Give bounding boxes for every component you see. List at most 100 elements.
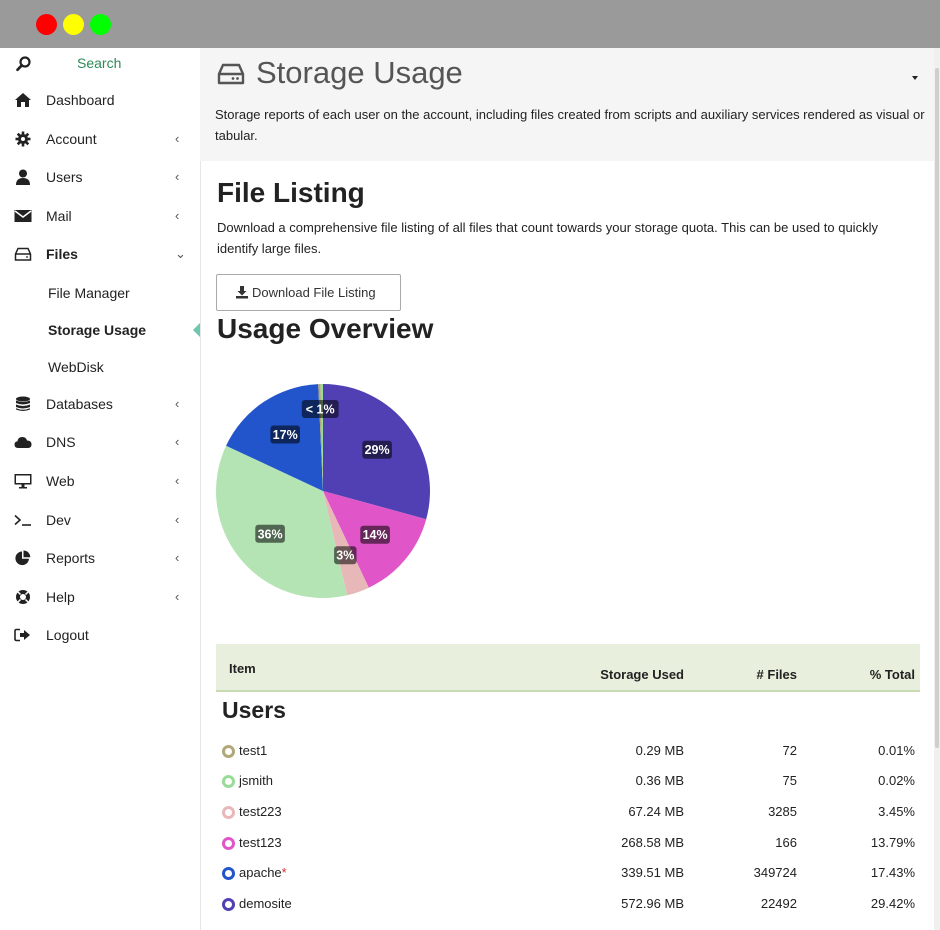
chevron-left-icon: ‹ — [175, 169, 180, 184]
monitor-icon — [14, 474, 32, 489]
scrollbar-thumb[interactable] — [935, 68, 939, 748]
series-color-ring — [222, 745, 235, 758]
sidebar-item-label: Account — [46, 131, 97, 147]
page-title: Storage Usage — [256, 55, 463, 90]
download-icon — [236, 286, 248, 299]
page-description: Storage reports of each user on the acco… — [215, 107, 925, 143]
active-indicator — [193, 323, 200, 337]
row-file-count: 3285 — [768, 804, 797, 819]
sidebar-item-label: Users — [46, 169, 83, 185]
window-titlebar — [0, 0, 940, 48]
row-percent-total: 29.42% — [870, 896, 915, 911]
hdd-icon — [14, 247, 32, 261]
row-percent-total: 3.45% — [878, 804, 915, 819]
row-percent-total: 0.02% — [878, 773, 915, 788]
table-row[interactable]: test1 0.29 MB 72 0.01% — [216, 736, 920, 766]
sidebar-item-dev[interactable]: Dev ‹ — [0, 502, 200, 538]
row-user-name: jsmith — [239, 773, 273, 788]
sidebar-item-reports[interactable]: Reports ‹ — [0, 540, 200, 576]
sidebar-subitem-storage-usage[interactable]: Storage Usage — [0, 313, 200, 347]
column-header-item: Item — [229, 661, 256, 676]
content-panel: File Listing Download a comprehensive fi… — [200, 161, 934, 930]
pie-slice-label: 14% — [360, 525, 390, 544]
sidebar-item-databases[interactable]: Databases ‹ — [0, 386, 200, 422]
column-header-storage-used[interactable]: Storage Used — [600, 667, 684, 682]
sidebar-item-web[interactable]: Web ‹ — [0, 463, 200, 499]
svg-text:29%: 29% — [365, 443, 390, 457]
svg-text:36%: 36% — [258, 527, 283, 541]
sidebar: Search Dashboard Account ‹ Users ‹ Mail … — [0, 48, 200, 930]
row-storage-used: 0.29 MB — [635, 743, 684, 758]
row-file-count: 349724 — [753, 865, 797, 880]
row-storage-used: 268.58 MB — [621, 835, 684, 850]
file-listing-description: Download a comprehensive file listing of… — [217, 220, 878, 256]
sidebar-item-dns[interactable]: DNS ‹ — [0, 424, 200, 460]
cloud-icon — [14, 437, 32, 448]
sidebar-item-label: Dashboard — [46, 92, 115, 108]
series-color-ring — [222, 837, 235, 850]
row-storage-used: 67.24 MB — [628, 804, 684, 819]
column-header-percent-total[interactable]: % Total — [870, 667, 915, 682]
search-icon — [16, 56, 31, 72]
download-file-listing-button[interactable]: Download File Listing — [216, 274, 401, 311]
hdd-icon — [217, 63, 245, 85]
series-color-ring — [222, 806, 235, 819]
table-row[interactable]: apache* 339.51 MB 349724 17.43% — [216, 858, 920, 888]
row-user-mark: * — [281, 865, 287, 880]
caret-down-icon[interactable] — [912, 76, 918, 80]
table-row[interactable]: test223 67.24 MB 3285 3.45% — [216, 797, 920, 827]
sidebar-item-dashboard[interactable]: Dashboard — [0, 82, 200, 118]
sidebar-item-files[interactable]: Files ⌄ — [0, 236, 200, 272]
svg-text:3%: 3% — [336, 549, 354, 563]
file-listing-heading: File Listing — [217, 177, 365, 208]
usage-pie-chart: 29% 14% 3% 36% 17% < 1% — [216, 384, 430, 598]
svg-text:< 1%: < 1% — [306, 403, 335, 417]
pie-slice-label: 17% — [270, 425, 300, 444]
sidebar-item-users[interactable]: Users ‹ — [0, 159, 200, 195]
sidebar-subitem-label: File Manager — [48, 285, 130, 301]
close-window-button[interactable] — [36, 14, 57, 35]
series-color-ring — [222, 775, 235, 788]
pie-slice-label: 3% — [334, 546, 357, 565]
sidebar-item-label: Databases — [46, 396, 113, 412]
row-file-count: 72 — [782, 743, 797, 758]
envelope-icon — [14, 210, 32, 222]
sidebar-item-logout[interactable]: Logout — [0, 617, 200, 653]
pie-slice-label: 29% — [362, 440, 392, 459]
page-scrollbar[interactable] — [934, 48, 940, 930]
svg-text:17%: 17% — [273, 428, 298, 442]
column-header-files[interactable]: # Files — [757, 667, 797, 682]
sidebar-search[interactable]: Search — [0, 48, 200, 80]
table-row[interactable]: test123 268.58 MB 166 13.79% — [216, 828, 920, 858]
minimize-window-button[interactable] — [63, 14, 84, 35]
row-percent-total: 17.43% — [870, 865, 915, 880]
chevron-left-icon: ‹ — [175, 396, 180, 411]
sidebar-item-account[interactable]: Account ‹ — [0, 121, 200, 157]
database-icon — [16, 396, 30, 411]
row-user-name: test1 — [239, 743, 268, 758]
svg-text:14%: 14% — [363, 528, 388, 542]
sidebar-item-label: Help — [46, 589, 75, 605]
terminal-icon — [14, 514, 31, 526]
sidebar-item-label: DNS — [46, 434, 76, 450]
sidebar-item-mail[interactable]: Mail ‹ — [0, 198, 200, 234]
sidebar-subitem-label: WebDisk — [48, 359, 104, 375]
chevron-left-icon: ‹ — [175, 131, 180, 146]
sidebar-item-help[interactable]: Help ‹ — [0, 579, 200, 615]
table-row[interactable]: demosite 572.96 MB 22492 29.42% — [216, 889, 920, 919]
sidebar-item-label: Web — [46, 473, 75, 489]
table-row[interactable]: jsmith 0.36 MB 75 0.02% — [216, 766, 920, 796]
row-user-name: demosite — [239, 896, 292, 911]
row-percent-total: 13.79% — [870, 835, 915, 850]
series-color-ring — [222, 898, 235, 911]
chevron-left-icon: ‹ — [175, 550, 180, 565]
maximize-window-button[interactable] — [90, 14, 111, 35]
row-user-name: test123 — [239, 835, 282, 850]
chevron-down-icon: ⌄ — [175, 246, 186, 261]
sidebar-subitem-file-manager[interactable]: File Manager — [0, 276, 200, 310]
row-file-count: 166 — [775, 835, 797, 850]
sidebar-subitem-webdisk[interactable]: WebDisk — [0, 350, 200, 384]
pie-slice-label: < 1% — [301, 400, 339, 418]
sidebar-subitem-label: Storage Usage — [48, 322, 147, 338]
sidebar-item-label: Dev — [46, 512, 71, 528]
